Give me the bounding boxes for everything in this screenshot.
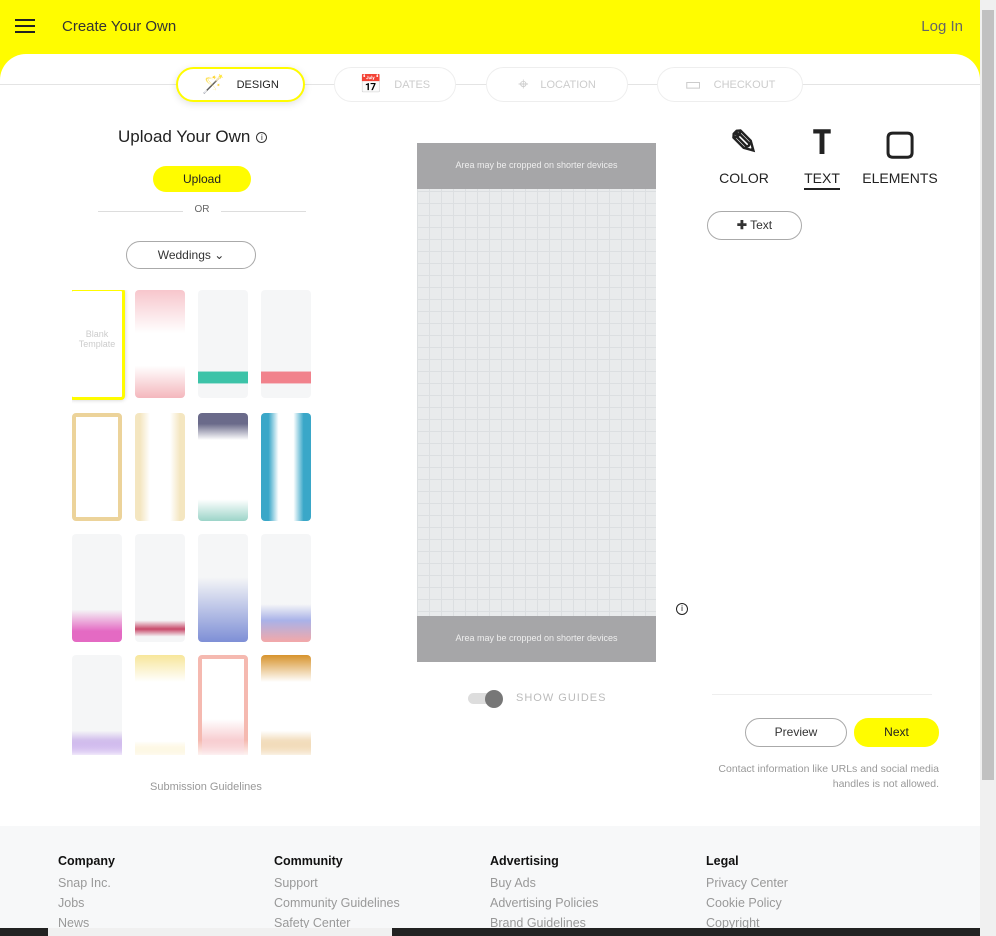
upload-button[interactable]: Upload xyxy=(153,166,251,192)
footer-company: Company Snap Inc. Jobs News xyxy=(58,854,115,936)
tab-elements[interactable]: ▢ ELEMENTS xyxy=(860,120,940,186)
step-label: DATES xyxy=(394,78,431,91)
calendar-icon: 📅 xyxy=(359,74,383,94)
template-thumbnail[interactable] xyxy=(135,290,185,398)
show-guides-toggle[interactable] xyxy=(468,690,504,708)
or-divider: OR xyxy=(98,204,306,215)
footer-heading: Community xyxy=(274,854,343,868)
template-thumbnail[interactable] xyxy=(198,413,248,521)
template-thumbnail[interactable] xyxy=(261,290,311,398)
template-grid: Blank Template xyxy=(72,290,311,755)
step-label: CHECKOUT xyxy=(713,78,776,91)
step-location[interactable]: ⌖ LOCATION xyxy=(486,67,628,102)
crop-warning-bottom: Area may be cropped on shorter devices xyxy=(417,616,656,662)
footer-link[interactable]: Support xyxy=(274,876,400,890)
template-thumbnail[interactable] xyxy=(261,413,311,521)
add-text-label: Text xyxy=(750,218,773,232)
header: Create Your Own Log In xyxy=(0,0,980,60)
plus-icon: ✚ xyxy=(736,218,747,232)
text-icon: T xyxy=(811,123,833,163)
submission-guidelines-link[interactable]: Submission Guidelines xyxy=(150,781,262,793)
preview-button[interactable]: Preview xyxy=(745,718,847,747)
step-label: DESIGN xyxy=(236,78,279,91)
footer-link[interactable]: Buy Ads xyxy=(490,876,598,890)
footer-community: Community Support Community Guidelines Safe… xyxy=(274,854,400,936)
next-button[interactable]: Next xyxy=(854,718,939,747)
footer-link[interactable]: Community Guidelines xyxy=(274,896,400,910)
footer-link[interactable]: Advertising Policies xyxy=(490,896,598,910)
step-checkout[interactable]: ▭ CHECKOUT xyxy=(657,67,803,102)
template-thumbnail[interactable] xyxy=(198,534,248,642)
add-text-button[interactable]: ✚ Text xyxy=(707,211,802,240)
step-design[interactable]: 🪄 DESIGN xyxy=(176,67,305,102)
menu-icon[interactable] xyxy=(15,19,35,33)
tab-text[interactable]: T TEXT xyxy=(782,120,862,190)
contact-note: Contact information like URLs and social… xyxy=(718,763,939,790)
upload-title-text: Upload Your Own xyxy=(118,127,251,146)
design-canvas[interactable]: Area may be cropped on shorter devices A… xyxy=(417,143,656,662)
template-thumbnail[interactable] xyxy=(198,290,248,398)
step-label: LOCATION xyxy=(540,78,596,91)
footer-advertising: Advertising Buy Ads Advertising Policies Br… xyxy=(490,854,598,936)
scrollbar-thumb[interactable] xyxy=(982,10,994,780)
chevron-down-icon: ⌄ xyxy=(214,248,225,262)
grid-fade xyxy=(0,740,360,758)
page-title: Create Your Own xyxy=(62,18,177,35)
step-dates[interactable]: 📅 DATES xyxy=(334,67,456,102)
tab-color[interactable]: ✎ COLOR xyxy=(704,120,784,186)
category-select[interactable]: Weddings ⌄ xyxy=(126,241,256,269)
tab-label: COLOR xyxy=(719,170,769,186)
template-thumbnail[interactable] xyxy=(135,534,185,642)
template-blank[interactable]: Blank Template xyxy=(72,290,125,400)
show-guides-label: SHOW GUIDES xyxy=(516,692,607,704)
footer-heading: Company xyxy=(58,854,115,868)
tab-label: ELEMENTS xyxy=(862,170,938,186)
divider xyxy=(712,694,932,695)
login-link[interactable]: Log In xyxy=(921,18,963,35)
horizontal-scrollbar[interactable] xyxy=(0,928,980,936)
template-thumbnail[interactable] xyxy=(135,413,185,521)
sticker-icon: ▢ xyxy=(883,124,917,162)
template-thumbnail[interactable] xyxy=(72,413,122,521)
footer-link[interactable]: Snap Inc. xyxy=(58,876,115,890)
scrollbar-thumb[interactable] xyxy=(48,928,392,936)
footer-legal: Legal Privacy Center Cookie Policy Copyrigh… xyxy=(706,854,788,936)
card-icon: ▭ xyxy=(684,74,702,94)
footer-link[interactable]: Cookie Policy xyxy=(706,896,788,910)
footer-heading: Advertising xyxy=(490,854,559,868)
info-icon[interactable]: i xyxy=(256,132,268,144)
toggle-knob xyxy=(485,690,503,708)
info-icon[interactable]: i xyxy=(676,603,688,615)
crop-warning-top: Area may be cropped on shorter devices xyxy=(417,143,656,189)
footer-link[interactable]: Privacy Center xyxy=(706,876,788,890)
magic-wand-icon: 🪄 xyxy=(202,74,225,94)
footer-heading: Legal xyxy=(706,854,739,868)
tab-label: TEXT xyxy=(804,170,840,190)
pencil-icon: ✎ xyxy=(729,124,759,162)
upload-title: Upload Your Own i xyxy=(118,127,268,147)
template-thumbnail[interactable] xyxy=(72,534,122,642)
footer-link[interactable]: Jobs xyxy=(58,896,115,910)
map-pin-icon: ⌖ xyxy=(518,74,529,94)
template-thumbnail[interactable] xyxy=(261,534,311,642)
category-value: Weddings xyxy=(157,248,211,262)
